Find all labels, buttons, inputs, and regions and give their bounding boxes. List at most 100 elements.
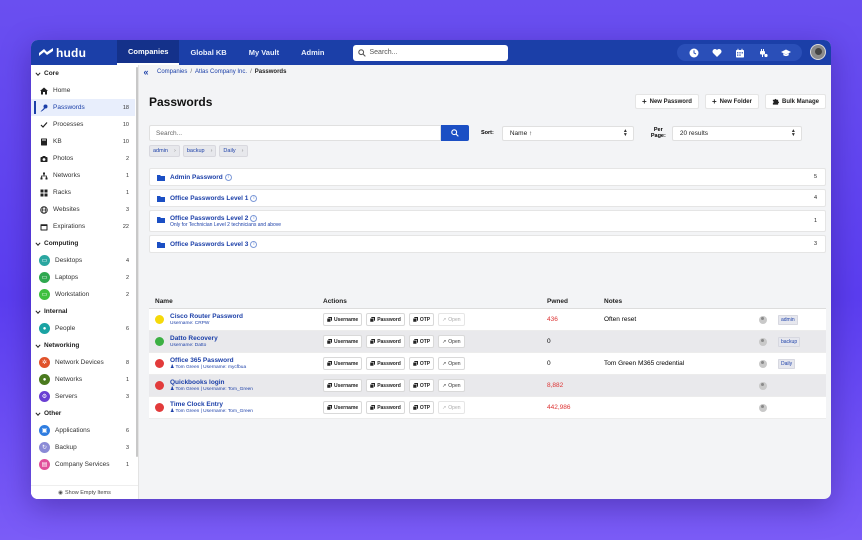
sidebar-section-computing[interactable]: Computing bbox=[31, 235, 135, 252]
password-name-link[interactable]: Quickbooks login bbox=[170, 379, 253, 386]
new-folder-button[interactable]: + New Folder bbox=[704, 94, 759, 109]
copy-otp-button[interactable]: OTP bbox=[408, 379, 435, 392]
password-name-link[interactable]: Cisco Router Password bbox=[170, 313, 243, 320]
calendar-icon[interactable] bbox=[728, 44, 751, 61]
sidebar-item-kb[interactable]: KB 10 bbox=[31, 133, 135, 150]
sidebar-item-desktops[interactable]: ▭ Desktops 4 bbox=[31, 252, 135, 269]
copy-username-button[interactable]: Username bbox=[323, 379, 363, 392]
tag-filter-backup[interactable]: backup › bbox=[182, 145, 217, 157]
copy-password-button[interactable]: Password bbox=[366, 379, 405, 392]
sidebar-item-people[interactable]: ● People 6 bbox=[31, 320, 135, 337]
sidebar-item-servers[interactable]: ⚙ Servers 3 bbox=[31, 388, 135, 405]
sidebar-scrollbar[interactable] bbox=[136, 67, 138, 457]
heart-icon[interactable] bbox=[705, 44, 728, 61]
sidebar-item-laptops[interactable]: ▭ Laptops 2 bbox=[31, 269, 135, 286]
nav-admin[interactable]: Admin bbox=[290, 40, 335, 65]
copy-otp-button[interactable]: OTP bbox=[408, 313, 435, 326]
password-name-link[interactable]: Datto Recovery bbox=[170, 335, 218, 342]
breadcrumb-companies[interactable]: Companies bbox=[157, 69, 187, 75]
key-icon bbox=[39, 103, 48, 112]
sidebar-item-photos[interactable]: Photos 2 bbox=[31, 150, 135, 167]
table-row[interactable]: Time Clock Entry ♟ Tom Green | Username: … bbox=[149, 397, 826, 419]
copy-otp-button[interactable]: OTP bbox=[408, 357, 435, 370]
status-dot bbox=[155, 381, 164, 390]
copy-otp-button[interactable]: OTP bbox=[408, 401, 435, 414]
sidebar-item-networks[interactable]: ● Networks 1 bbox=[31, 371, 135, 388]
sidebar-section-internal[interactable]: Internal bbox=[31, 303, 135, 320]
column-actions: Actions bbox=[323, 297, 347, 305]
nav-my-vault[interactable]: My Vault bbox=[238, 40, 290, 65]
folder-row[interactable]: Office Passwords Level 3 i 3 bbox=[149, 235, 826, 253]
hudu-logo[interactable]: hudu bbox=[39, 46, 109, 60]
tag-filter-daily[interactable]: Daily › bbox=[219, 145, 248, 157]
row-tag[interactable]: admin bbox=[778, 315, 798, 325]
folder-row[interactable]: Office Passwords Level 2 i Only for Tech… bbox=[149, 210, 826, 232]
copy-password-button[interactable]: Password bbox=[366, 335, 405, 348]
row-tag[interactable]: backup bbox=[778, 337, 801, 347]
search-button[interactable] bbox=[441, 125, 469, 141]
copy-username-button[interactable]: Username bbox=[323, 313, 363, 326]
nav-companies[interactable]: Companies bbox=[117, 40, 180, 65]
global-search-input[interactable]: Search... bbox=[353, 44, 509, 61]
copy-username-button[interactable]: Username bbox=[323, 401, 363, 414]
password-name-link[interactable]: Office 365 Password bbox=[170, 357, 246, 364]
sidebar-item-passwords[interactable]: Passwords 18 bbox=[31, 99, 135, 116]
sidebar-item-count: 2 bbox=[125, 155, 129, 162]
sidebar-item-websites[interactable]: Websites 3 bbox=[31, 201, 135, 218]
breadcrumb-company[interactable]: Atlas Company Inc. bbox=[195, 69, 247, 75]
user-avatar[interactable] bbox=[810, 44, 826, 60]
table-row[interactable]: Cisco Router Password Username: CRPW Usern… bbox=[149, 309, 826, 331]
open-link-button[interactable]: ↗ Open bbox=[438, 357, 465, 370]
sidebar-item-workstation[interactable]: ▭ Workstation 2 bbox=[31, 286, 135, 303]
copy-username-button[interactable]: Username bbox=[323, 335, 363, 348]
sidebar-item-expirations[interactable]: Expirations 22 bbox=[31, 218, 135, 235]
column-name[interactable]: Name bbox=[149, 298, 323, 305]
clock-icon[interactable] bbox=[682, 44, 705, 61]
sort-select[interactable]: Name ↑ ▲ ▼ bbox=[501, 125, 634, 141]
table-row[interactable]: Quickbooks login ♟ Tom Green | Username: … bbox=[149, 375, 826, 397]
password-search-input[interactable]: Search... bbox=[149, 125, 441, 141]
sidebar-section-core[interactable]: Core bbox=[31, 65, 135, 82]
folder-row[interactable]: Office Passwords Level 1 i 4 bbox=[149, 189, 826, 207]
remove-tag-icon[interactable]: › bbox=[211, 148, 213, 154]
sidebar-item-networks[interactable]: Networks 1 bbox=[31, 167, 135, 184]
folder-row[interactable]: Admin Password i 5 bbox=[149, 168, 826, 186]
open-link-button[interactable]: ↗ Open bbox=[438, 335, 465, 348]
sidebar-item-label: Applications bbox=[55, 427, 91, 434]
sidebar-item-network-devices[interactable]: ✲ Network Devices 8 bbox=[31, 354, 135, 371]
copy-password-button[interactable]: Password bbox=[366, 401, 405, 414]
select-arrows-icon: ▲ ▼ bbox=[790, 128, 796, 138]
new-password-button[interactable]: + New Password bbox=[634, 94, 699, 109]
bulk-manage-button[interactable]: Bulk Manage bbox=[764, 94, 826, 109]
open-link-button[interactable]: ↗ Open bbox=[438, 379, 465, 392]
tag-filter-admin[interactable]: admin › bbox=[149, 145, 180, 157]
copy-password-button[interactable]: Password bbox=[366, 357, 405, 370]
per-page-select[interactable]: 20 results ▲ ▼ bbox=[671, 125, 802, 141]
nav-global-kb[interactable]: Global KB bbox=[179, 40, 237, 65]
plug-icon[interactable] bbox=[751, 44, 774, 61]
sidebar-item-home[interactable]: Home bbox=[31, 82, 135, 99]
collapse-sidebar-icon[interactable]: « bbox=[140, 67, 152, 77]
remove-tag-icon[interactable]: › bbox=[174, 148, 176, 154]
sidebar-item-racks[interactable]: Racks 1 bbox=[31, 184, 135, 201]
sidebar-item-applications[interactable]: ▣ Applications 6 bbox=[31, 422, 135, 439]
table-row[interactable]: Datto Recovery Username: Datto Username Pas… bbox=[149, 331, 826, 353]
copy-otp-button[interactable]: OTP bbox=[408, 335, 435, 348]
row-tag[interactable]: Daily bbox=[778, 359, 796, 369]
table-row[interactable]: Office 365 Password ♟ Tom Green | Usernam… bbox=[149, 353, 826, 375]
sidebar-item-processes[interactable]: Processes 10 bbox=[31, 116, 135, 133]
sidebar-item-backup[interactable]: ↻ Backup 3 bbox=[31, 439, 135, 456]
open-link-button[interactable]: ↗ Open bbox=[438, 313, 465, 326]
remove-tag-icon[interactable]: › bbox=[242, 148, 244, 154]
sidebar-section-networking[interactable]: Networking bbox=[31, 337, 135, 354]
main-nav: Companies Global KB My Vault Admin bbox=[117, 40, 335, 65]
copy-password-button[interactable]: Password bbox=[366, 313, 405, 326]
column-pwned[interactable]: Pwned bbox=[547, 298, 604, 305]
graduation-cap-icon[interactable] bbox=[774, 44, 797, 61]
copy-username-button[interactable]: Username bbox=[323, 357, 363, 370]
open-link-button[interactable]: ↗ Open bbox=[438, 401, 465, 414]
sidebar-item-company-services[interactable]: ▤ Company Services 1 bbox=[31, 456, 135, 473]
sidebar-section-other[interactable]: Other bbox=[31, 405, 135, 422]
password-name-link[interactable]: Time Clock Entry bbox=[170, 401, 253, 408]
show-empty-items-button[interactable]: ◉ Show Empty Items bbox=[31, 485, 138, 499]
